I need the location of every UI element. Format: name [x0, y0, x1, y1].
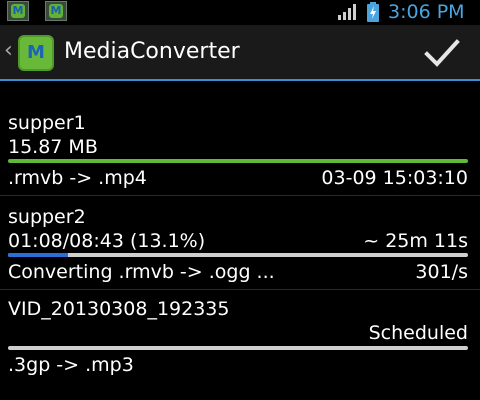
- action-bar-divider: [0, 79, 480, 81]
- task-item[interactable]: VID_20130308_192335 Scheduled .3gp -> .m…: [0, 290, 480, 382]
- logo-letter: M: [27, 42, 45, 63]
- task-timestamp: 03-09 15:03:10: [321, 167, 468, 189]
- app-logo[interactable]: M: [18, 35, 54, 71]
- signal-icon: [338, 4, 356, 20]
- task-format: .3gp -> .mp3: [8, 354, 134, 376]
- app-title: MediaConverter: [64, 39, 240, 64]
- logo-letter: M: [49, 4, 63, 18]
- task-progress-bar: [8, 253, 468, 257]
- task-item[interactable]: supper1 15.87 MB .rmvb -> .mp4 03-09 15:…: [0, 100, 480, 196]
- task-file-size: 15.87 MB: [8, 136, 98, 158]
- done-checkmark-button[interactable]: [418, 34, 466, 72]
- task-status: Converting .rmvb -> .ogg ...: [8, 261, 275, 283]
- media-converter-notification-icon[interactable]: M: [7, 1, 29, 21]
- battery-charging-icon: [367, 2, 379, 22]
- task-progress-bar: [8, 346, 468, 350]
- task-format: .rmvb -> .mp4: [8, 167, 147, 189]
- status-bar: M M 3:06 PM: [0, 0, 480, 24]
- task-name: supper2: [8, 206, 86, 228]
- task-name: VID_20130308_192335: [8, 298, 230, 320]
- task-progress-fill: [8, 159, 468, 163]
- action-bar: ‹ M MediaConverter: [0, 25, 480, 79]
- task-item[interactable]: supper2 01:08/08:43 (13.1%) ~ 25m 11s Co…: [0, 196, 480, 290]
- task-status: Scheduled: [368, 322, 468, 344]
- task-remaining-time: ~ 25m 11s: [363, 230, 468, 252]
- task-name: supper1: [8, 112, 86, 134]
- task-progress-fill: [8, 253, 69, 257]
- up-caret-icon[interactable]: ‹: [4, 36, 13, 66]
- task-progress-bar: [8, 159, 468, 163]
- status-clock: 3:06 PM: [388, 1, 465, 23]
- task-speed: 301/s: [415, 261, 468, 283]
- logo-letter: M: [11, 4, 25, 18]
- media-converter-notification-icon[interactable]: M: [45, 1, 67, 21]
- task-progress-text: 01:08/08:43 (13.1%): [8, 230, 206, 252]
